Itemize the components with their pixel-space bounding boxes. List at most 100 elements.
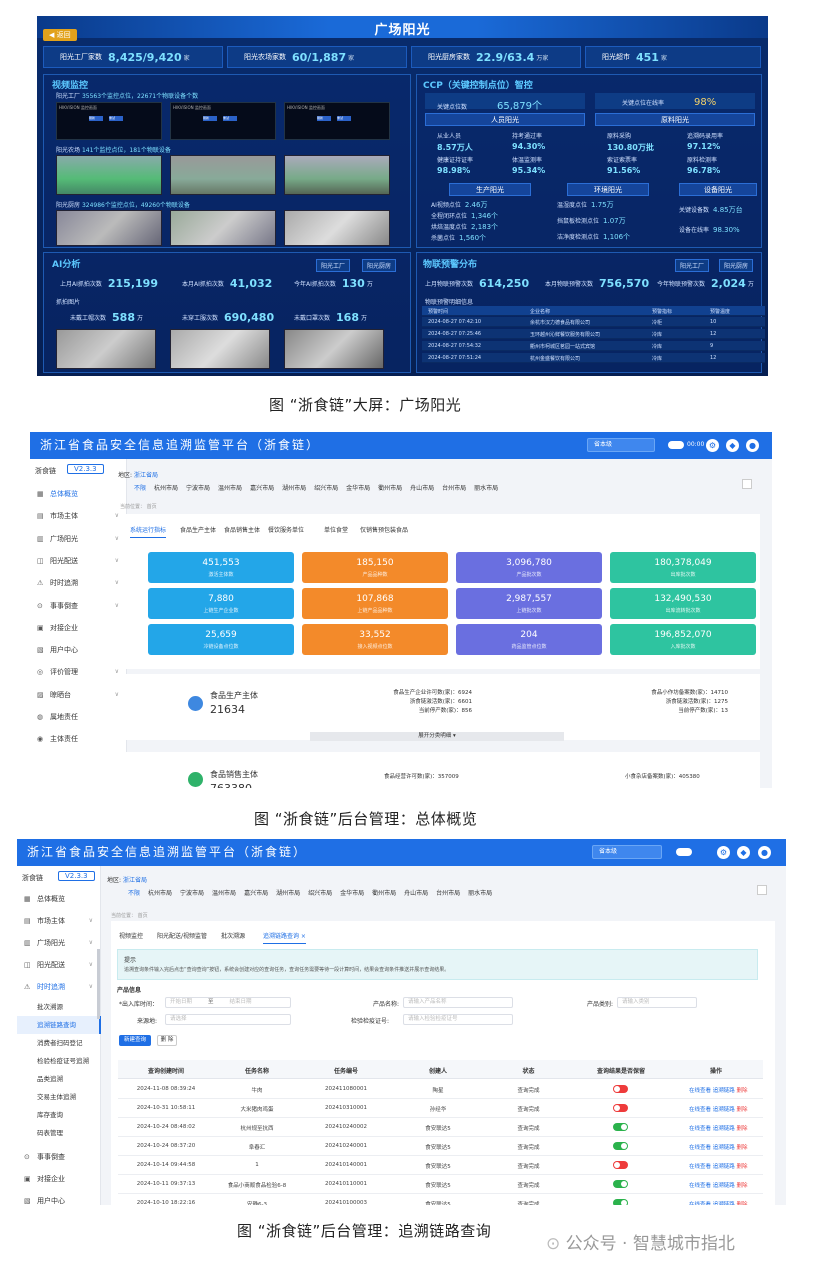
view-online-link[interactable]: 在线查看 xyxy=(689,1088,711,1094)
iot-table-row[interactable]: 2024-08-27 07:51:24 杭州金盛餐饮有限公司 冷库 12 xyxy=(422,353,765,363)
tab[interactable]: 餐饮服务单位 xyxy=(268,525,304,534)
submenu-item[interactable]: 库存查询 xyxy=(17,1106,101,1124)
retry-button[interactable]: 重试 xyxy=(223,116,237,121)
sidebar-item[interactable]: ▦ 总体概览 xyxy=(30,483,127,505)
delete-button[interactable]: 删 除 xyxy=(157,1035,177,1046)
date-range-input[interactable]: 开始日期至结束日期 xyxy=(165,997,291,1008)
city-option[interactable]: 舟山市局 xyxy=(404,888,428,897)
retain-toggle[interactable] xyxy=(613,1180,628,1188)
sidebar-item[interactable]: ◫ 阳光配送 ∨ xyxy=(30,550,127,572)
trace-chain-link[interactable]: 追溯链路 xyxy=(713,1145,735,1151)
delete-link[interactable]: 删除 xyxy=(737,1107,748,1113)
retain-toggle[interactable] xyxy=(613,1142,628,1150)
iot-table-row[interactable]: 2024-08-27 07:25:46 玉环越州沁鲜餐饮服务有限公司 冷库 12 xyxy=(422,329,765,339)
region-select[interactable]: 省本级 xyxy=(592,845,662,859)
city-option[interactable]: 不限 xyxy=(128,888,140,897)
sidebar-item[interactable]: ◎ 评价管理 ∨ xyxy=(30,661,127,683)
view-online-link[interactable]: 在线查看 xyxy=(689,1126,711,1132)
gear-icon[interactable]: ⚙ xyxy=(717,846,730,859)
shield-icon[interactable]: ◆ xyxy=(726,439,739,452)
retain-toggle[interactable] xyxy=(613,1199,628,1205)
city-option[interactable]: 绍兴市局 xyxy=(314,483,338,492)
kitchen-photo[interactable] xyxy=(170,210,276,246)
iot-table-row[interactable]: 2024-08-27 07:54:32 衢州市柯城区茗园一站式宾馆 冷库 9 xyxy=(422,341,765,351)
cert-input[interactable]: 请输入检验检疫证号 xyxy=(403,1014,513,1025)
collapse-icon[interactable] xyxy=(742,479,752,489)
submenu-item[interactable]: 品类追溯 xyxy=(17,1070,101,1088)
retry-button[interactable]: 重试 xyxy=(109,116,123,121)
user-icon[interactable]: ● xyxy=(758,846,771,859)
delete-link[interactable]: 删除 xyxy=(737,1164,748,1170)
tab[interactable]: 食品生产主体 xyxy=(180,525,216,534)
sidebar-item[interactable]: ▦ 总体概览 xyxy=(17,888,101,910)
city-option[interactable]: 台州市局 xyxy=(442,483,466,492)
city-option[interactable]: 杭州市局 xyxy=(154,483,178,492)
sidebar-item[interactable]: ⊙ 事事倒查 xyxy=(17,1146,101,1168)
city-option[interactable]: 杭州市局 xyxy=(148,888,172,897)
retry-button[interactable]: 重试 xyxy=(337,116,351,121)
sidebar-scrollbar[interactable] xyxy=(97,949,100,1019)
city-option[interactable]: 金华市局 xyxy=(346,483,370,492)
gear-icon[interactable]: ⚙ xyxy=(706,439,719,452)
tab[interactable]: 追溯链路查询 × xyxy=(263,931,306,944)
refresh-button[interactable]: 刷新 xyxy=(317,116,331,121)
submenu-item[interactable]: 追溯链路查询 xyxy=(17,1016,101,1034)
region-select[interactable]: 省本级 xyxy=(587,438,655,452)
delete-link[interactable]: 删除 xyxy=(737,1183,748,1189)
sidebar-item[interactable]: ◉ 主体责任 xyxy=(30,728,127,750)
product-name-input[interactable]: 请输入产品名称 xyxy=(403,997,513,1008)
tab[interactable]: 批次溯源 xyxy=(221,931,245,940)
city-option[interactable]: 衢州市局 xyxy=(372,888,396,897)
trace-chain-link[interactable]: 追溯链路 xyxy=(713,1107,735,1113)
city-option[interactable]: 金华市局 xyxy=(340,888,364,897)
submenu-item[interactable]: 检验检疫证号追溯 xyxy=(17,1052,101,1070)
tab[interactable]: 视频监控 xyxy=(119,931,143,940)
city-option[interactable]: 丽水市局 xyxy=(468,888,492,897)
category-input[interactable]: 请输入类别 xyxy=(617,997,697,1008)
sidebar-item[interactable]: ⚠ 时时追溯 ∨ xyxy=(17,976,101,998)
tab[interactable]: 食品销售主体 xyxy=(224,525,260,534)
table-row[interactable]: 2024-10-24 08:37:20 阜春汇 202410240001 食安联达5 查… xyxy=(118,1137,763,1156)
table-row[interactable]: 2024-10-11 09:37:13 食品小商贩食品检验6-8 202410110… xyxy=(118,1175,763,1194)
tag-kitchen[interactable]: 阳光厨房 xyxy=(362,259,397,272)
tab[interactable]: 系统运行指标 xyxy=(130,525,167,538)
trace-chain-link[interactable]: 追溯链路 xyxy=(713,1202,735,1205)
view-online-link[interactable]: 在线查看 xyxy=(689,1107,711,1113)
sidebar-item[interactable]: ▤ 市场主体 ∨ xyxy=(30,505,127,527)
city-option[interactable]: 衢州市局 xyxy=(378,483,402,492)
origin-select[interactable]: 请选择 xyxy=(165,1014,291,1025)
retain-toggle[interactable] xyxy=(613,1085,628,1093)
video-tile[interactable]: HIKVISION 监控画面 刷新 重试 xyxy=(170,102,276,140)
kitchen-photo[interactable] xyxy=(284,210,390,246)
video-tile[interactable]: HIKVISION 监控画面 刷新 重试 xyxy=(284,102,390,140)
tag-factory[interactable]: 阳光工厂 xyxy=(316,259,351,272)
trace-chain-link[interactable]: 追溯链路 xyxy=(713,1164,735,1170)
farm-photo[interactable] xyxy=(56,155,162,195)
table-row[interactable]: 2024-10-24 08:48:02 杭州规至抗西 202410240002 食安联… xyxy=(118,1118,763,1137)
retain-toggle[interactable] xyxy=(613,1123,628,1131)
sidebar-item[interactable]: ◍ 属地责任 xyxy=(30,706,127,728)
city-option[interactable]: 不限 xyxy=(134,483,146,492)
sidebar-item[interactable]: ◫ 阳光配送 ∨ xyxy=(17,954,101,976)
sidebar-item[interactable]: ▧ 用户中心 xyxy=(17,1190,101,1205)
tag-kitchen[interactable]: 阳光厨房 xyxy=(719,259,754,272)
sidebar-item[interactable]: ▨ 晾晒台 ∨ xyxy=(30,684,127,706)
submenu-item[interactable]: 交易主体追溯 xyxy=(17,1088,101,1106)
city-option[interactable]: 台州市局 xyxy=(436,888,460,897)
city-option[interactable]: 宁波市局 xyxy=(186,483,210,492)
sidebar-item[interactable]: ⚠ 时时追溯 ∨ xyxy=(30,572,127,594)
city-option[interactable]: 宁波市局 xyxy=(180,888,204,897)
farm-photo[interactable] xyxy=(284,155,390,195)
city-option[interactable]: 丽水市局 xyxy=(474,483,498,492)
view-online-link[interactable]: 在线查看 xyxy=(689,1145,711,1151)
submenu-item[interactable]: 码表管理 xyxy=(17,1124,101,1142)
submenu-item[interactable]: 批次溯源 xyxy=(17,998,101,1016)
view-online-link[interactable]: 在线查看 xyxy=(689,1164,711,1170)
theme-toggle[interactable] xyxy=(676,848,692,856)
sidebar-item[interactable]: ⊙ 事事倒查 ∨ xyxy=(30,595,127,617)
delete-link[interactable]: 删除 xyxy=(737,1202,748,1205)
city-option[interactable]: 湖州市局 xyxy=(276,888,300,897)
sidebar-item[interactable]: ▣ 对接企业 xyxy=(17,1168,101,1190)
trace-chain-link[interactable]: 追溯链路 xyxy=(713,1126,735,1132)
capture-photo[interactable] xyxy=(56,329,156,369)
